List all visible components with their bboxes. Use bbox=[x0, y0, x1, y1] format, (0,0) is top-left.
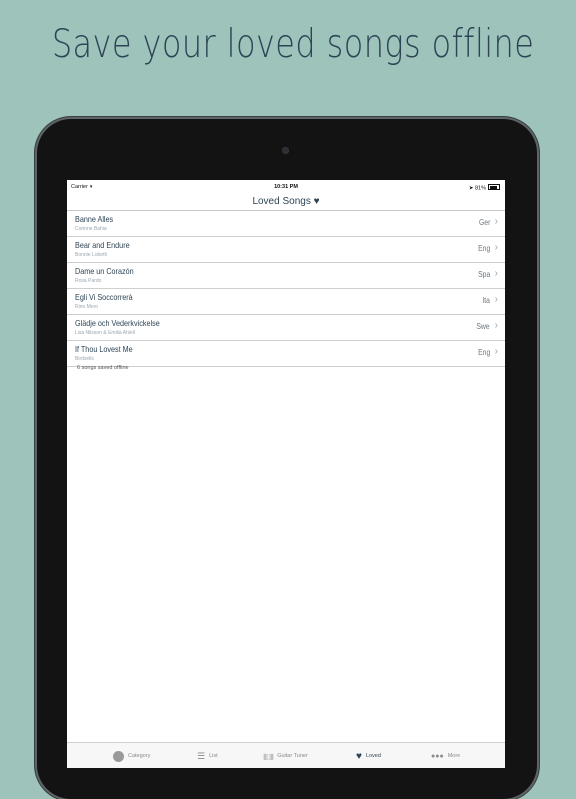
circle-icon bbox=[113, 750, 124, 762]
nav-title: Loved Songs ♥ bbox=[67, 194, 505, 211]
tab-label: Loved bbox=[365, 753, 381, 759]
song-language: Spa bbox=[477, 270, 490, 279]
battery-icon bbox=[488, 184, 500, 190]
song-title: Glädje och Vederkvickelse bbox=[75, 318, 160, 328]
song-title: Egli Vi Soccorrerà bbox=[75, 292, 133, 302]
song-row[interactable]: Banne Alles Corinne Bahia Ger › bbox=[67, 211, 505, 237]
song-list: Banne Alles Corinne Bahia Ger › Bear and… bbox=[67, 211, 505, 367]
tab-list[interactable]: ☰ List bbox=[197, 749, 218, 763]
song-artist: Rino Mero bbox=[75, 304, 99, 310]
song-row[interactable]: Egli Vi Soccorrerà Rino Mero Ita › bbox=[67, 289, 505, 315]
tab-guitar-tuner[interactable]: ▮▯▮ Guitar Tuner bbox=[263, 749, 308, 763]
tab-label: More bbox=[447, 753, 461, 759]
app-screen: Carrier ▾ 10:31 PM ➤ 81% Loved Songs ♥ Ba… bbox=[67, 180, 505, 768]
chevron-right-icon: › bbox=[494, 346, 498, 357]
tab-label: Guitar Tuner bbox=[277, 753, 308, 759]
song-language: Ger bbox=[478, 218, 490, 227]
chevron-right-icon: › bbox=[494, 294, 498, 305]
chevron-right-icon: › bbox=[494, 320, 498, 331]
song-artist: Corinne Bahia bbox=[75, 226, 107, 232]
song-language: Swe bbox=[476, 322, 490, 331]
heart-icon: ♥ bbox=[356, 750, 362, 762]
tab-more[interactable]: ●●● More bbox=[431, 749, 460, 763]
tuner-icon: ▮▯▮ bbox=[263, 751, 274, 761]
song-language: Eng bbox=[477, 244, 490, 253]
song-title: If Thou Lovest Me bbox=[75, 344, 133, 354]
tab-label: List bbox=[209, 753, 218, 759]
song-row[interactable]: Bear and Endure Bonnie Lobeth Eng › bbox=[67, 237, 505, 263]
song-title: Bear and Endure bbox=[75, 240, 130, 250]
song-title: Dame un Corazón bbox=[75, 266, 134, 276]
tab-label: Category bbox=[128, 753, 151, 759]
song-row[interactable]: Dame un Corazón Rosa Pardo Spa › bbox=[67, 263, 505, 289]
song-artist: Rosa Pardo bbox=[75, 278, 102, 284]
songs-count-note: 6 songs saved offline bbox=[77, 365, 129, 371]
chevron-right-icon: › bbox=[494, 216, 498, 227]
song-artist: Birdsells bbox=[75, 356, 94, 362]
song-artist: Lisa Nilsson & Emilia Ahlell bbox=[75, 330, 136, 336]
status-bar: Carrier ▾ 10:31 PM ➤ 81% bbox=[67, 180, 505, 194]
list-icon: ☰ bbox=[197, 750, 206, 761]
camera-icon bbox=[282, 147, 289, 154]
song-row[interactable]: If Thou Lovest Me Birdsells Eng › bbox=[67, 341, 505, 367]
tab-bar: Category ☰ List ▮▯▮ Guitar Tuner ♥ Loved… bbox=[67, 742, 505, 768]
location-icon: ➤ bbox=[468, 185, 474, 192]
headline: Save your loved songs offline bbox=[51, 22, 535, 67]
chevron-right-icon: › bbox=[494, 268, 498, 279]
status-right: ➤ 81% bbox=[469, 184, 500, 192]
song-language: Eng bbox=[477, 348, 490, 357]
song-language: Ita bbox=[482, 296, 490, 305]
status-time: 10:31 PM bbox=[274, 184, 298, 190]
song-row[interactable]: Glädje och Vederkvickelse Lisa Nilsson &… bbox=[67, 315, 505, 341]
song-artist: Bonnie Lobeth bbox=[75, 252, 108, 258]
more-dots-icon: ●●● bbox=[431, 752, 444, 760]
chevron-right-icon: › bbox=[494, 242, 498, 253]
battery-percent: 81% bbox=[474, 185, 486, 192]
tab-loved[interactable]: ♥ Loved bbox=[356, 749, 381, 763]
tab-category[interactable]: Category bbox=[113, 749, 150, 763]
song-title: Banne Alles bbox=[75, 214, 114, 224]
